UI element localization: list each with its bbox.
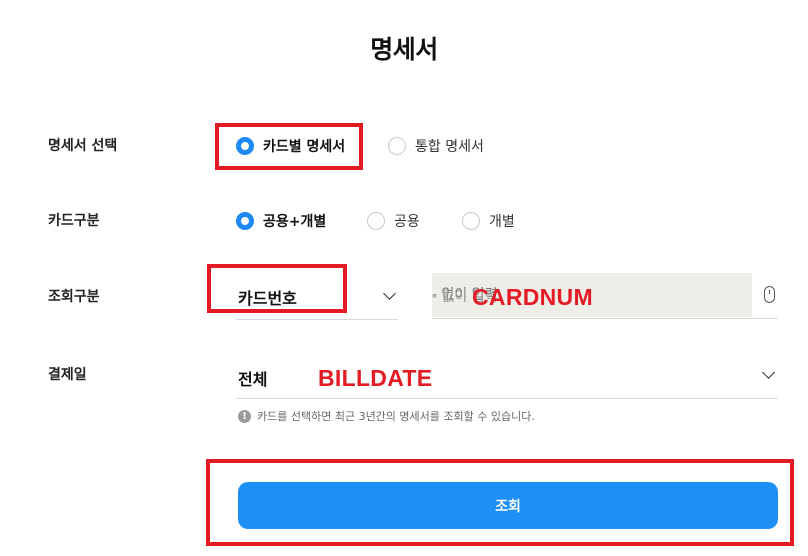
statement-select-label: 명세서 선택 xyxy=(48,138,118,154)
radio-shared[interactable]: 공용 xyxy=(367,211,420,231)
search-button[interactable]: 조회 xyxy=(238,482,778,529)
radio-label: 공용 xyxy=(394,214,420,230)
input-underline xyxy=(432,318,778,319)
query-type-label: 조회구분 xyxy=(48,289,100,305)
chevron-down-icon xyxy=(762,366,775,379)
chevron-down-icon xyxy=(383,287,396,300)
radio-selected-icon xyxy=(236,137,254,155)
radio-card-statement[interactable]: 카드별 명세서 xyxy=(236,136,345,156)
radio-selected-icon xyxy=(236,212,254,230)
notice: ! 카드를 선택하면 최근 3년간의 명세서를 조회할 수 있습니다. xyxy=(238,408,535,424)
card-type-label: 카드구분 xyxy=(48,213,100,229)
query-type-select[interactable]: 카드번호 xyxy=(236,275,398,320)
radio-shared-and-individual[interactable]: 공용+개별 xyxy=(236,211,326,231)
radio-label: 카드별 명세서 xyxy=(263,139,346,155)
billing-date-value: 전체 xyxy=(238,370,268,389)
radio-unselected-icon xyxy=(462,212,480,230)
radio-label: 통합 명세서 xyxy=(415,139,484,155)
radio-integrated-statement[interactable]: 통합 명세서 xyxy=(388,136,484,156)
radio-individual[interactable]: 개별 xyxy=(462,211,515,231)
info-icon: ! xyxy=(238,409,251,423)
radio-unselected-icon xyxy=(388,137,406,155)
page-title: 명세서 xyxy=(370,35,438,64)
billdate-annotation: BILLDATE xyxy=(318,365,433,391)
radio-label: 공용+개별 xyxy=(263,214,327,230)
query-type-value: 카드번호 xyxy=(238,289,297,308)
notice-text: 카드를 선택하면 최근 3년간의 명세서를 조회할 수 있습니다. xyxy=(257,410,535,423)
radio-label: 개별 xyxy=(489,214,515,230)
mouse-icon[interactable] xyxy=(764,286,775,303)
cardnum-annotation: CARDNUM xyxy=(472,284,593,310)
billing-date-label: 결제일 xyxy=(48,367,87,383)
radio-unselected-icon xyxy=(367,212,385,230)
